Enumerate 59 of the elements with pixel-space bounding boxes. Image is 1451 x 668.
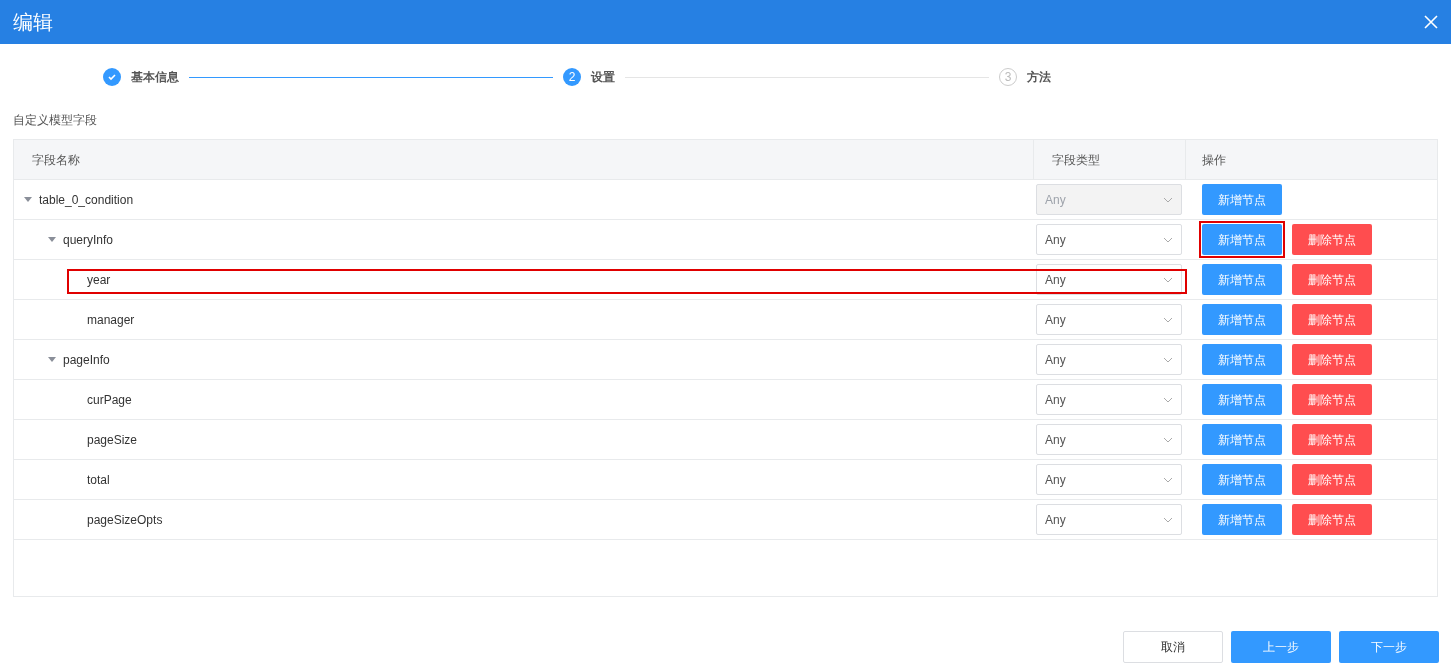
add-node-button[interactable]: 新增节点	[1202, 384, 1282, 415]
column-header: 字段名称	[14, 140, 1034, 179]
chevron-down-icon	[1163, 516, 1173, 523]
field-name: manager	[87, 311, 135, 329]
column-header: 操作	[1201, 151, 1227, 169]
chevron-down-icon	[1163, 276, 1173, 283]
footer-button[interactable]: 下一步	[1339, 631, 1439, 663]
caret-icon[interactable]	[47, 356, 57, 363]
delete-node-button[interactable]: 删除节点	[1292, 504, 1372, 535]
caret-icon[interactable]	[23, 196, 33, 203]
step-label: 基本信息	[131, 69, 179, 86]
delete-node-button[interactable]: 删除节点	[1292, 224, 1372, 255]
add-node-button[interactable]: 新增节点	[1202, 264, 1282, 295]
chevron-down-icon	[1163, 196, 1173, 203]
field-name: table_0_condition	[39, 191, 134, 209]
type-select[interactable]: Any	[1036, 504, 1182, 535]
check-icon	[103, 68, 121, 86]
field-name: curPage	[87, 391, 132, 409]
add-node-button[interactable]: 新增节点	[1202, 344, 1282, 375]
column-header: 字段类型	[1034, 140, 1186, 179]
footer-button[interactable]: 取消	[1123, 631, 1223, 663]
chevron-down-icon	[1163, 476, 1173, 483]
add-node-button[interactable]: 新增节点	[1202, 504, 1282, 535]
chevron-down-icon	[1163, 316, 1173, 323]
chevron-down-icon	[1163, 356, 1173, 363]
delete-node-button[interactable]: 删除节点	[1292, 384, 1372, 415]
delete-node-button[interactable]: 删除节点	[1292, 424, 1372, 455]
type-select[interactable]: Any	[1036, 464, 1182, 495]
add-node-button[interactable]: 新增节点	[1202, 424, 1282, 455]
step-label: 方法	[1027, 69, 1051, 86]
delete-node-button[interactable]: 删除节点	[1292, 304, 1372, 335]
type-select[interactable]: Any	[1036, 384, 1182, 415]
type-select[interactable]: Any	[1036, 344, 1182, 375]
caret-icon[interactable]	[47, 236, 57, 243]
window-title: 编辑	[13, 10, 53, 35]
delete-node-button[interactable]: 删除节点	[1292, 344, 1372, 375]
field-name: total	[87, 471, 110, 489]
chevron-down-icon	[1163, 236, 1173, 243]
type-select[interactable]: Any	[1036, 424, 1182, 455]
add-node-button[interactable]: 新增节点	[1202, 304, 1282, 335]
add-node-button[interactable]: 新增节点	[1202, 184, 1282, 215]
field-name: pageInfo	[63, 351, 110, 369]
add-node-button[interactable]: 新增节点	[1202, 224, 1282, 255]
field-name: queryInfo	[63, 231, 114, 249]
field-name: year	[87, 271, 111, 289]
field-name: pageSizeOpts	[87, 511, 163, 529]
step-number: 2	[563, 68, 581, 86]
footer-button[interactable]: 上一步	[1231, 631, 1331, 663]
delete-node-button[interactable]: 删除节点	[1292, 264, 1372, 295]
chevron-down-icon	[1163, 396, 1173, 403]
step-label: 设置	[591, 69, 615, 86]
add-node-button[interactable]: 新增节点	[1202, 464, 1282, 495]
type-select[interactable]: Any	[1036, 224, 1182, 255]
close-icon[interactable]	[1424, 15, 1438, 29]
delete-node-button[interactable]: 删除节点	[1292, 464, 1372, 495]
chevron-down-icon	[1163, 436, 1173, 443]
type-select[interactable]: Any	[1036, 304, 1182, 335]
field-name: pageSize	[87, 431, 138, 449]
section-label: 自定义模型字段	[13, 112, 97, 129]
